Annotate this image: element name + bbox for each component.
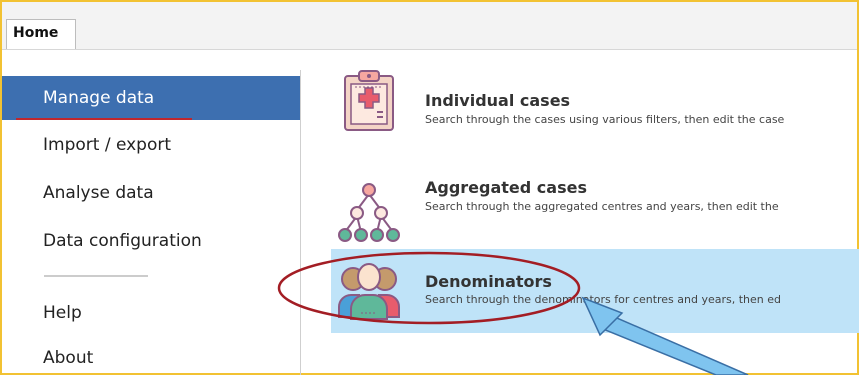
sidebar-divider (44, 275, 148, 277)
card-title: Denominators (425, 272, 552, 291)
hierarchy-icon (337, 180, 401, 244)
sidebar-item-import-export[interactable]: Import / export (2, 123, 300, 167)
sidebar-item-data-configuration[interactable]: Data configuration (2, 219, 300, 263)
people-group-icon (337, 257, 401, 321)
tab-bar: Home (2, 2, 857, 50)
red-underline-annotation (16, 118, 192, 120)
card-individual-cases[interactable]: Individual cases Search through the case… (331, 60, 859, 144)
card-description: Search through the aggregated centres an… (425, 200, 779, 213)
sidebar-item-manage-data[interactable]: Manage data (2, 76, 300, 120)
main-panel: Individual cases Search through the case… (301, 50, 859, 375)
card-denominators[interactable]: Denominators Search through the denomina… (331, 249, 859, 333)
tab-home[interactable]: Home (6, 19, 76, 49)
clipboard-medical-icon (337, 68, 401, 132)
sidebar-item-analyse-data[interactable]: Analyse data (2, 171, 300, 215)
card-title: Aggregated cases (425, 178, 587, 197)
card-description: Search through the cases using various f… (425, 113, 785, 126)
sidebar: Manage data Import / export Analyse data… (2, 70, 301, 375)
card-description: Search through the denominators for cent… (425, 293, 782, 306)
card-aggregated-cases[interactable]: Aggregated cases Search through the aggr… (331, 172, 859, 256)
sidebar-item-about[interactable]: About (2, 336, 300, 380)
sidebar-item-help[interactable]: Help (2, 291, 300, 335)
card-title: Individual cases (425, 91, 571, 110)
